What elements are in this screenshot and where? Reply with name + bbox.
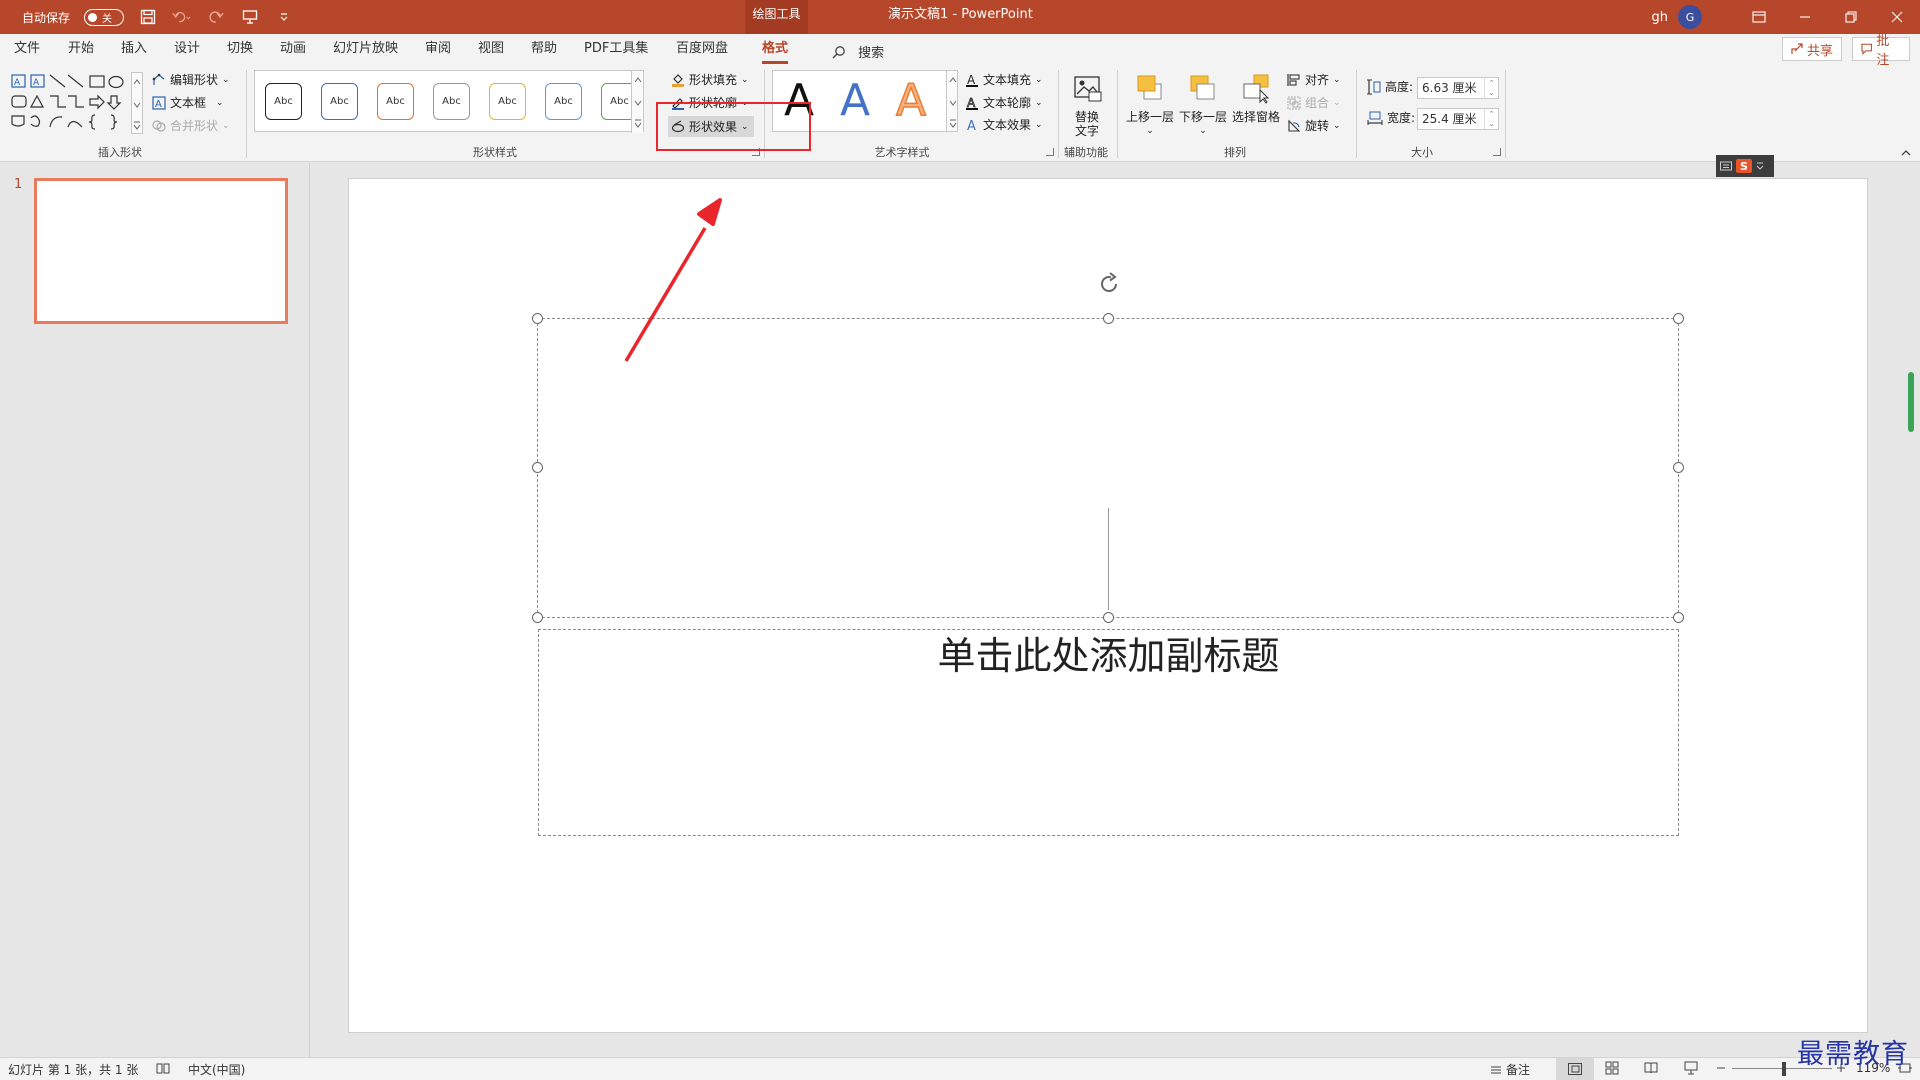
slide-info: 幻灯片 第 1 张，共 1 张	[8, 1063, 139, 1077]
normal-view-icon	[1568, 1063, 1582, 1075]
keyboard-icon	[1720, 161, 1732, 171]
vertical-scrollbar-thumb[interactable]	[1908, 372, 1914, 432]
svg-text:S: S	[1740, 160, 1748, 173]
notes-button[interactable]: 备注	[1490, 1061, 1530, 1078]
slide-sorter-view-icon[interactable]	[1605, 1061, 1619, 1078]
annotation-arrow-icon	[624, 198, 722, 362]
zoom-out-icon[interactable]	[1716, 1061, 1726, 1078]
watermark-logo: 最需教育	[1797, 1039, 1909, 1070]
language-indicator[interactable]: 中文(中国)	[188, 1061, 245, 1078]
notes-icon	[1491, 1066, 1501, 1073]
status-bar: 幻灯片 第 1 张，共 1 张 中文(中国) 备注 119%	[0, 1057, 1920, 1080]
notes-label: 备注	[1506, 1063, 1531, 1077]
ime-floating-toolbar[interactable]: S	[1716, 155, 1774, 177]
zoom-slider-thumb[interactable]	[1782, 1062, 1786, 1076]
normal-view-button[interactable]	[1556, 1058, 1594, 1080]
chevron-down-icon	[1756, 162, 1764, 170]
spell-check-icon[interactable]	[156, 1061, 170, 1078]
annotation-highlight-box	[656, 102, 811, 151]
slideshow-view-icon[interactable]	[1684, 1061, 1698, 1078]
sogou-ime-icon: S	[1736, 159, 1752, 173]
reading-view-icon[interactable]	[1644, 1061, 1658, 1078]
